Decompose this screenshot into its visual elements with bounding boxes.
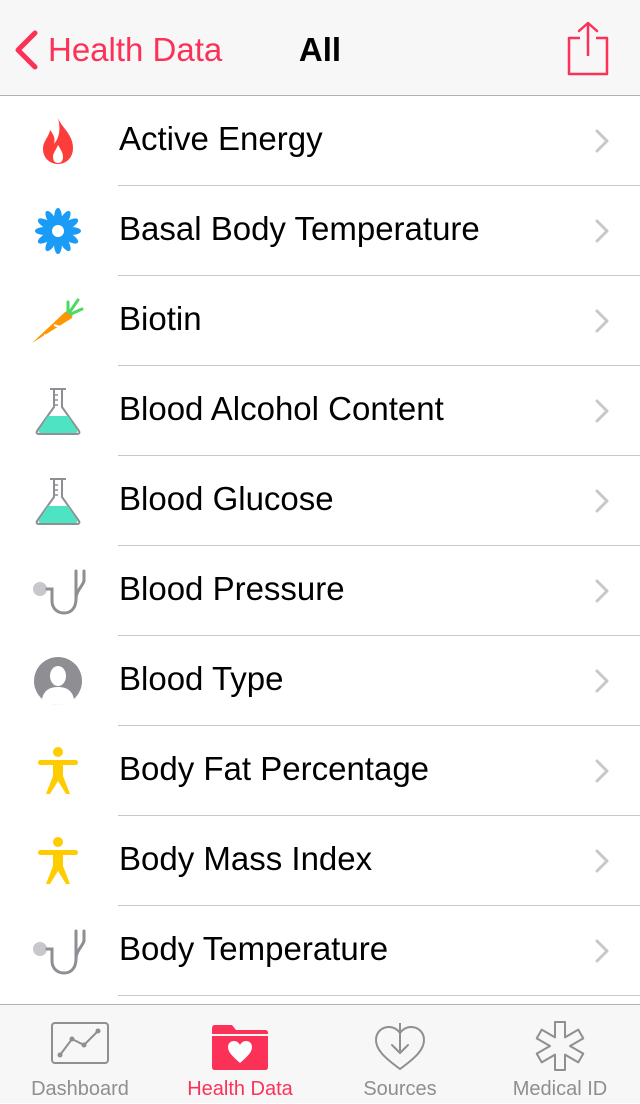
list-item-label: Body Temperature bbox=[119, 930, 389, 967]
dashboard-chart-icon bbox=[51, 1022, 109, 1064]
page-title: All bbox=[298, 31, 342, 68]
list-item-label: Body Mass Index bbox=[119, 840, 373, 877]
tab-label: Sources bbox=[363, 1078, 437, 1100]
list-item-label: Blood Type bbox=[119, 660, 284, 697]
list-item-label: Body Fat Percentage bbox=[119, 750, 430, 787]
list-item-blood-type[interactable]: Blood Type bbox=[0, 636, 640, 726]
chevron-right-icon bbox=[595, 939, 609, 963]
body-figure-icon bbox=[38, 837, 78, 884]
body-figure-icon bbox=[38, 747, 78, 794]
person-silhouette-icon bbox=[34, 657, 82, 705]
health-data-folder-icon bbox=[212, 1025, 268, 1070]
tab-bar: Dashboard Health Data Sources Medical ID bbox=[0, 1004, 640, 1103]
list-item-label: Basal Body Temperature bbox=[119, 210, 480, 247]
stethoscope-icon bbox=[33, 929, 86, 975]
flask-icon bbox=[35, 478, 81, 525]
tab-label: Medical ID bbox=[512, 1078, 608, 1100]
list-item-blood-glucose[interactable]: Blood Glucose bbox=[0, 456, 640, 546]
chevron-right-icon bbox=[595, 579, 609, 603]
row-divider bbox=[118, 995, 640, 996]
medical-star-icon bbox=[535, 1021, 585, 1071]
chevron-right-icon bbox=[595, 309, 609, 333]
list-item-blood-alcohol-content[interactable]: Blood Alcohol Content bbox=[0, 366, 640, 456]
list-item-active-energy[interactable]: Active Energy bbox=[0, 96, 640, 186]
stethoscope-icon bbox=[33, 569, 86, 615]
list-item-label: Blood Pressure bbox=[119, 570, 345, 607]
tab-label: Health Data bbox=[187, 1078, 293, 1100]
chevron-right-icon bbox=[595, 489, 609, 513]
flower-icon bbox=[35, 208, 81, 254]
share-icon[interactable] bbox=[566, 20, 610, 76]
navigation-bar: Health Data All bbox=[0, 0, 640, 96]
chevron-right-icon bbox=[595, 219, 609, 243]
flame-icon bbox=[43, 118, 73, 164]
carrot-icon bbox=[32, 298, 84, 343]
list-item-label: Blood Glucose bbox=[119, 480, 334, 517]
chevron-right-icon bbox=[595, 759, 609, 783]
list-item-basal-body-temperature[interactable]: Basal Body Temperature bbox=[0, 186, 640, 276]
flask-icon bbox=[35, 388, 81, 435]
tab-label: Dashboard bbox=[31, 1078, 129, 1100]
list-item-body-temperature[interactable]: Body Temperature bbox=[0, 906, 640, 996]
list-item-label: Active Energy bbox=[119, 120, 323, 157]
sources-heart-icon bbox=[374, 1023, 426, 1071]
tab-sources[interactable]: Sources bbox=[320, 1005, 480, 1104]
health-data-list: Active Energy Basal Body Temperature Bio… bbox=[0, 96, 640, 1004]
list-item-label: Biotin bbox=[119, 300, 202, 337]
tab-medical-id[interactable]: Medical ID bbox=[480, 1005, 640, 1104]
chevron-right-icon bbox=[595, 129, 609, 153]
tab-health-data[interactable]: Health Data bbox=[160, 1005, 320, 1104]
tab-dashboard[interactable]: Dashboard bbox=[0, 1005, 160, 1104]
chevron-right-icon bbox=[595, 399, 609, 423]
list-item-blood-pressure[interactable]: Blood Pressure bbox=[0, 546, 640, 636]
list-item-label: Blood Alcohol Content bbox=[119, 390, 444, 427]
list-item-body-mass-index[interactable]: Body Mass Index bbox=[0, 816, 640, 906]
list-item-body-fat-percentage[interactable]: Body Fat Percentage bbox=[0, 726, 640, 816]
list-item-biotin[interactable]: Biotin bbox=[0, 276, 640, 366]
chevron-right-icon bbox=[595, 669, 609, 693]
chevron-right-icon bbox=[595, 849, 609, 873]
